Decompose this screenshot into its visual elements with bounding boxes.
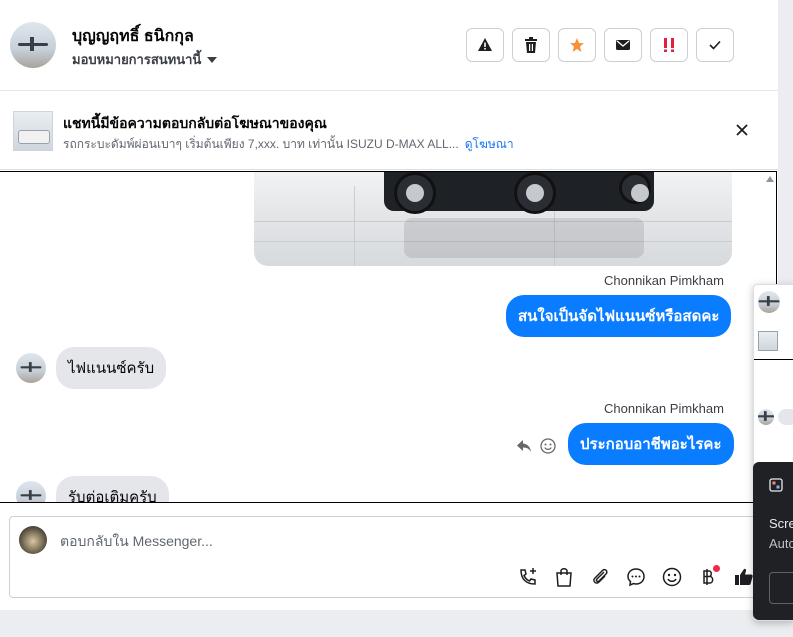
urgent-button[interactable]	[650, 28, 688, 62]
notification-title: Scre	[769, 516, 793, 531]
view-ad-link[interactable]: ดูโฆษณา	[465, 137, 514, 151]
emoji-icon	[662, 567, 682, 587]
ad-banner-title: แชทนี้มีข้อความตอบกลับต่อโฆษณาของคุณ	[63, 115, 327, 131]
contact-name[interactable]: บุญญฤทธิ์ ธนิกกุล	[72, 24, 194, 49]
urgent-icon	[664, 38, 674, 52]
payment-button[interactable]	[696, 565, 720, 589]
attachment-icon	[593, 568, 608, 584]
message-actions	[516, 438, 556, 454]
thumbs-up-icon	[735, 568, 753, 585]
react-emoji-icon[interactable]	[540, 438, 556, 454]
delete-button[interactable]	[512, 28, 550, 62]
call-button[interactable]	[516, 565, 540, 589]
shop-button[interactable]	[552, 565, 576, 589]
ad-description: รถกระบะดัมพ์ผ่อนเบาๆ เริ่มต้นเพียง 7,xxx…	[63, 135, 514, 154]
saved-replies-button[interactable]	[624, 565, 648, 589]
notification-subtitle: Auto	[769, 536, 793, 551]
notification-button[interactable]	[769, 572, 793, 604]
trash-icon	[525, 37, 537, 53]
contact-avatar-small[interactable]	[758, 409, 774, 425]
mail-icon	[616, 40, 630, 50]
chevron-down-icon	[207, 56, 218, 63]
call-add-icon	[520, 568, 536, 585]
notification-popup[interactable]: Scre Auto	[753, 462, 793, 620]
message-bubble-in[interactable]	[778, 409, 793, 425]
star-button[interactable]	[558, 28, 596, 62]
message-composer	[9, 516, 778, 598]
check-icon	[709, 40, 721, 50]
assign-dropdown[interactable]: มอบหมายการสนทนานี้	[72, 49, 218, 70]
message-bubble-in[interactable]: รับต่อเติมครับ	[56, 476, 169, 502]
attach-button[interactable]	[588, 565, 612, 589]
mark-unread-button[interactable]	[604, 28, 642, 62]
ad-thumbnail[interactable]	[758, 331, 778, 351]
sender-name: Chonnikan Pimkham	[604, 401, 724, 416]
report-button[interactable]	[466, 28, 504, 62]
chat-bubble-icon	[627, 568, 645, 587]
close-icon[interactable]	[732, 120, 752, 140]
message-thread[interactable]: Chonnikan Pimkham สนใจเป็นจัดไฟแนนซ์หรือ…	[0, 171, 777, 503]
contact-avatar-small[interactable]	[758, 291, 780, 313]
ad-description-text: รถกระบะดัมพ์ผ่อนเบาๆ เริ่มต้นเพียง 7,xxx…	[63, 137, 459, 151]
contact-avatar[interactable]	[10, 22, 56, 68]
composer-toolbar	[516, 565, 756, 589]
scroll-up-arrow[interactable]	[766, 176, 774, 182]
reply-input[interactable]	[56, 529, 664, 553]
screenshot-icon	[769, 478, 783, 492]
notification-dot	[713, 565, 720, 572]
ad-reply-banner: แชทนี้มีข้อความตอบกลับต่อโฆษณาของคุณ รถก…	[0, 91, 778, 170]
contact-avatar-small[interactable]	[16, 353, 46, 383]
mark-done-button[interactable]	[696, 28, 734, 62]
message-bubble-out[interactable]: ประกอบอาชีพอะไรคะ	[568, 423, 734, 465]
assign-label: มอบหมายการสนทนานี้	[72, 52, 202, 67]
page-avatar	[19, 526, 47, 554]
ad-thumbnail[interactable]	[13, 111, 53, 151]
star-icon	[570, 38, 584, 52]
warning-icon	[478, 38, 492, 51]
messenger-window: บุญญฤทธิ์ ธนิกกุล มอบหมายการสนทนานี้ แชท…	[0, 0, 778, 610]
contact-avatar-small[interactable]	[16, 481, 46, 502]
header-actions	[466, 28, 734, 62]
conversation-header: บุญญฤทธิ์ ธนิกกุล มอบหมายการสนทนานี้	[0, 0, 778, 91]
message-bubble-in[interactable]: ไฟแนนซ์ครับ	[56, 347, 167, 389]
truck-photo[interactable]	[254, 172, 732, 266]
reply-icon[interactable]	[516, 439, 532, 453]
bag-icon	[556, 568, 572, 587]
emoji-button[interactable]	[660, 565, 684, 589]
divider	[754, 359, 793, 360]
message-bubble-out[interactable]: สนใจเป็นจัดไฟแนนซ์หรือสดคะ	[506, 295, 732, 337]
sender-name: Chonnikan Pimkham	[604, 273, 724, 288]
